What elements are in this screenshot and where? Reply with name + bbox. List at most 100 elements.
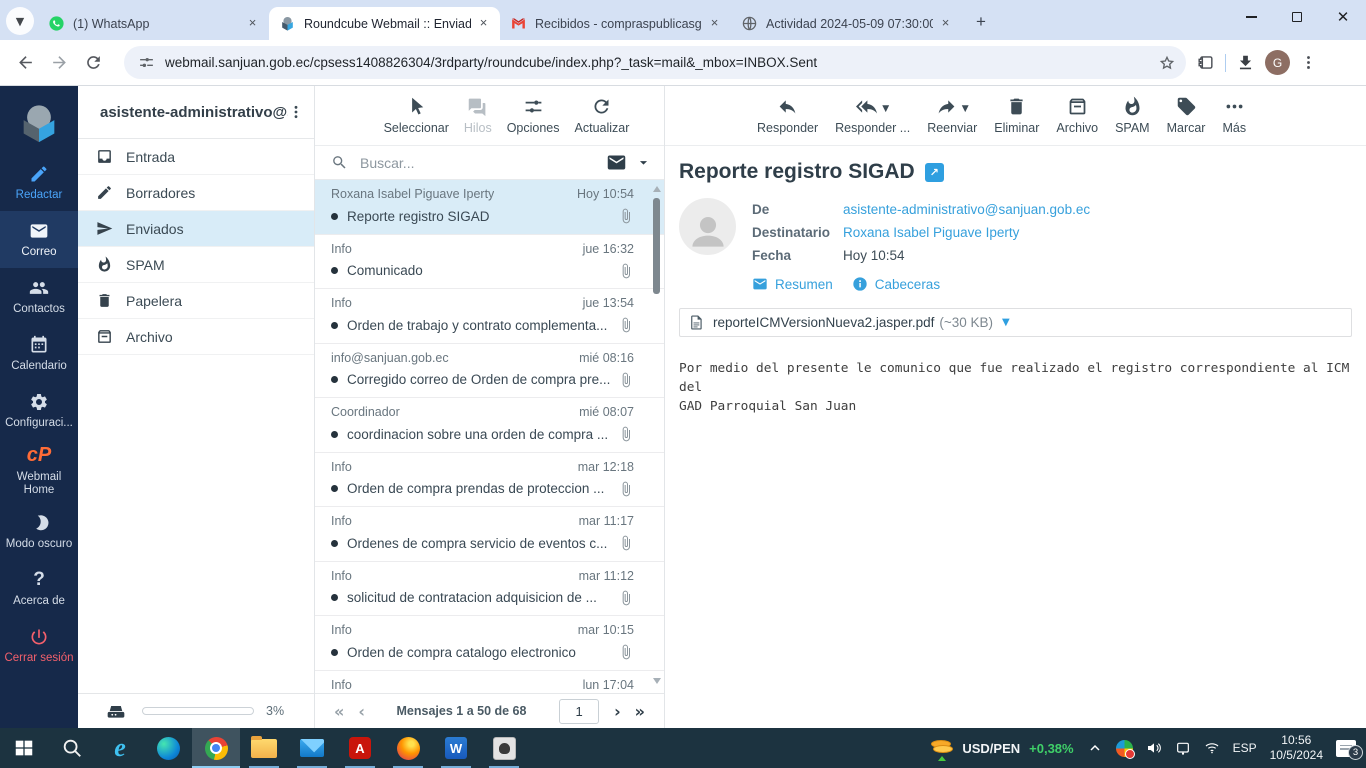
browser-tab[interactable]: Recibidos - compraspublicasga × (500, 7, 731, 40)
folder-item[interactable]: Enviados (78, 211, 314, 247)
display-device-icon[interactable] (1175, 740, 1191, 756)
attachment-name[interactable]: reporteICMVersionNueva2.jasper.pdf (713, 315, 934, 330)
browser-tab[interactable]: Roundcube Webmail :: Enviados × (269, 7, 500, 40)
url-text[interactable]: webmail.sanjuan.gob.ec/cpsess1408826304/… (165, 55, 1158, 70)
last-page-icon[interactable]: » (628, 702, 652, 721)
sidebar-item[interactable]: Modo oscuro (0, 503, 78, 560)
open-in-new-window-icon[interactable]: ↗ (924, 162, 944, 182)
folder-item[interactable]: Borradores (78, 175, 314, 211)
message-row[interactable]: Info mar 11:12 solicitud de contratacion… (315, 562, 664, 616)
attachment-bar[interactable]: reporteICMVersionNueva2.jasper.pdf (~30 … (679, 308, 1352, 337)
folder-item[interactable]: Papelera (78, 283, 314, 319)
sidebar-item[interactable]: Correo (0, 211, 78, 268)
taskbar-app[interactable] (192, 728, 240, 768)
taskbar-app[interactable]: e (96, 728, 144, 768)
taskbar-app[interactable] (48, 728, 96, 768)
maximize-button[interactable] (1274, 0, 1320, 34)
message-row[interactable]: Info jue 16:32 Comunicado (315, 235, 664, 289)
side-panel-icon[interactable] (1196, 53, 1215, 72)
forward-icon[interactable] (42, 46, 76, 80)
message-row[interactable]: Info mar 10:15 Orden de compra catalogo … (315, 616, 664, 671)
wifi-icon[interactable] (1204, 740, 1220, 756)
page-number-input[interactable] (559, 698, 600, 724)
taskbar-app[interactable] (240, 728, 288, 768)
back-icon[interactable] (8, 46, 42, 80)
dropdown-caret-icon[interactable]: ▼ (962, 104, 969, 114)
tab-close-icon[interactable]: × (706, 15, 723, 32)
message-toolbar-button[interactable]: ▼ Más (1222, 96, 1246, 135)
sidebar-item[interactable]: Calendario (0, 325, 78, 382)
close-button[interactable]: ✕ (1320, 0, 1366, 34)
message-toolbar-button[interactable]: ▼ Responder (757, 96, 818, 135)
attachment-menu-caret-icon[interactable]: ▼ (1002, 317, 1010, 328)
new-tab-button[interactable]: + (968, 9, 994, 35)
folder-menu-icon[interactable] (288, 104, 304, 120)
list-toolbar-button[interactable]: Seleccionar (384, 96, 449, 135)
list-toolbar-button[interactable]: Hilos (464, 96, 492, 135)
currency-ticker[interactable]: USD/PEN +0,38% (931, 738, 1074, 761)
taskbar-app[interactable]: W (432, 728, 480, 768)
summary-link[interactable]: Resumen (752, 276, 833, 292)
omnibox[interactable]: webmail.sanjuan.gob.ec/cpsess1408826304/… (124, 46, 1186, 79)
scroll-down-icon[interactable] (653, 678, 661, 684)
list-toolbar-button[interactable]: Actualizar (575, 96, 629, 135)
list-toolbar-button[interactable]: Opciones (507, 96, 560, 135)
notification-center-icon[interactable]: 3 (1336, 739, 1363, 760)
first-page-icon[interactable]: « (327, 702, 351, 721)
sidebar-item[interactable]: cP Webmail Home (0, 439, 78, 503)
tab-search-caret-icon[interactable]: ▼ (6, 7, 34, 35)
taskbar-clock[interactable]: 10:56 10/5/2024 (1270, 733, 1323, 763)
sidebar-item[interactable]: Cerrar sesión (0, 617, 78, 674)
dropdown-caret-icon[interactable]: ▼ (882, 104, 889, 114)
message-row[interactable]: Info jue 13:54 Orden de trabajo y contra… (315, 289, 664, 344)
prev-page-icon[interactable]: ‹ (351, 702, 372, 721)
minimize-button[interactable] (1228, 0, 1274, 34)
search-scope-envelope-icon[interactable] (606, 152, 627, 173)
sidebar-item[interactable]: Redactar (0, 154, 78, 211)
message-row[interactable]: Info mar 11:17 Ordenes de compra servici… (315, 507, 664, 562)
taskbar-app[interactable] (384, 728, 432, 768)
tray-expand-chevron-icon[interactable] (1087, 740, 1103, 756)
profile-avatar[interactable]: G (1265, 50, 1290, 75)
search-input[interactable] (360, 154, 606, 171)
taskbar-app[interactable] (288, 728, 336, 768)
message-toolbar-button[interactable]: ▼ Eliminar (994, 96, 1039, 135)
browser-tab[interactable]: (1) WhatsApp × (38, 7, 269, 40)
message-row[interactable]: Info mar 12:18 Orden de compra prendas d… (315, 453, 664, 507)
headers-link[interactable]: Cabeceras (852, 276, 940, 292)
taskbar-app[interactable] (144, 728, 192, 768)
browser-menu-icon[interactable] (1300, 54, 1317, 71)
message-toolbar-button[interactable]: ▼ SPAM (1115, 96, 1150, 135)
sidebar-item[interactable]: Contactos (0, 268, 78, 325)
volume-icon[interactable] (1146, 740, 1162, 756)
scroll-up-icon[interactable] (653, 186, 661, 192)
taskbar-app[interactable] (0, 728, 48, 768)
tab-close-icon[interactable]: × (244, 15, 261, 32)
message-toolbar-button[interactable]: ▼ Marcar (1167, 96, 1205, 135)
message-toolbar-button[interactable]: ▼ Reenviar (927, 96, 977, 135)
tab-close-icon[interactable]: × (937, 15, 954, 32)
sidebar-item[interactable]: Configuraci... (0, 382, 78, 439)
header-value-to[interactable]: Roxana Isabel Piguave Iperty (843, 225, 1019, 240)
antivirus-icon[interactable] (1115, 739, 1135, 759)
taskbar-app[interactable] (480, 728, 528, 768)
message-row[interactable]: Roxana Isabel Piguave Iperty Hoy 10:54 R… (315, 180, 664, 235)
message-row[interactable]: info@sanjuan.gob.ec mié 08:16 Corregido … (315, 344, 664, 398)
browser-tab[interactable]: Actividad 2024-05-09 07:30:00 × (731, 7, 962, 40)
taskbar-app[interactable]: A (336, 728, 384, 768)
next-page-icon[interactable]: › (607, 702, 628, 721)
bookmark-star-icon[interactable] (1158, 54, 1176, 72)
sidebar-item[interactable]: ? Acerca de (0, 560, 78, 617)
folder-item[interactable]: Archivo (78, 319, 314, 355)
site-settings-icon[interactable] (138, 54, 155, 71)
message-toolbar-button[interactable]: ▼ Archivo (1056, 96, 1098, 135)
list-scrollbar[interactable] (651, 182, 663, 688)
search-options-chevron-icon[interactable] (627, 154, 652, 171)
folder-item[interactable]: Entrada (78, 139, 314, 175)
message-row[interactable]: Coordinador mié 08:07 coordinacion sobre… (315, 398, 664, 453)
header-value-from[interactable]: asistente-administrativo@sanjuan.gob.ec (843, 202, 1090, 217)
tab-close-icon[interactable]: × (475, 15, 492, 32)
message-toolbar-button[interactable]: ▼ Responder ... (835, 96, 910, 135)
keyboard-language[interactable]: ESP (1233, 741, 1257, 755)
download-icon[interactable] (1236, 53, 1255, 72)
